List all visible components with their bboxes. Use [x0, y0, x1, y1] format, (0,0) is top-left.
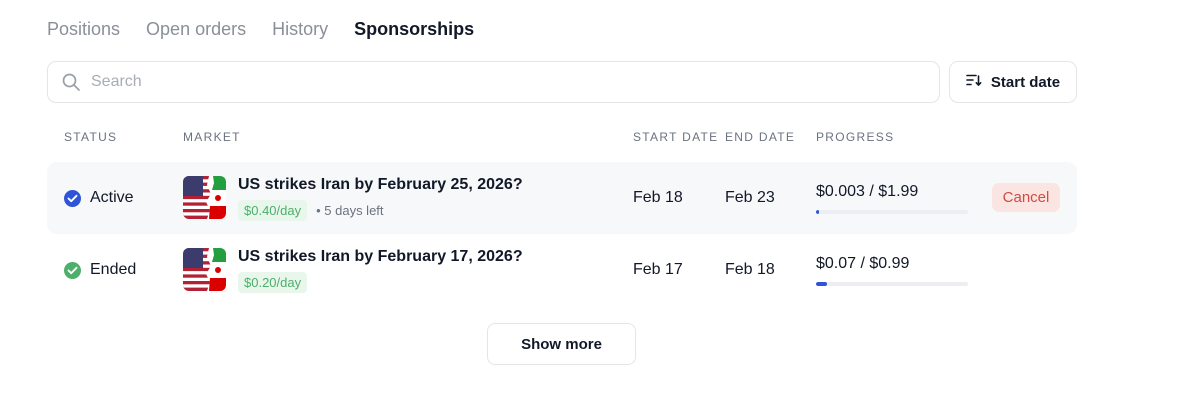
search-input[interactable] — [91, 73, 911, 91]
tab-history[interactable]: History — [272, 19, 328, 40]
table-row[interactable]: Ended US strikes Iran by February 17, 20… — [47, 234, 1077, 306]
sort-label: Start date — [990, 73, 1061, 91]
progress-bar-fill — [816, 210, 820, 214]
progress-bar — [816, 282, 968, 286]
end-date: Feb 18 — [725, 261, 775, 278]
check-circle-icon — [64, 189, 81, 207]
cancel-button[interactable]: Cancel — [992, 183, 1060, 212]
search-bar — [47, 61, 940, 103]
header-status: Status — [64, 130, 118, 144]
progress-text: $0.07 / $0.99 — [816, 255, 910, 272]
tab-sponsorships[interactable]: Sponsorships — [354, 19, 474, 40]
days-left: • 5 days left — [316, 203, 384, 218]
status-label: Ended — [90, 261, 137, 278]
sort-descending-icon — [966, 73, 982, 91]
sort-start-date-button[interactable]: Start date — [949, 61, 1077, 103]
progress-bar-fill — [816, 282, 827, 286]
daily-rate-badge: $0.20/day — [238, 272, 308, 293]
market-title[interactable]: US strikes Iran by February 25, 2026? — [238, 176, 523, 194]
market-thumbnail — [183, 176, 226, 219]
start-date: Feb 18 — [633, 189, 683, 206]
market-title[interactable]: US strikes Iran by February 17, 2026? — [238, 248, 523, 266]
tab-open-orders[interactable]: Open orders — [146, 19, 246, 40]
progress-bar — [816, 210, 968, 214]
table-row[interactable]: Active US strikes Iran by February 25, 2… — [47, 162, 1077, 234]
start-date: Feb 17 — [633, 261, 683, 278]
progress-text: $0.003 / $1.99 — [816, 183, 919, 200]
header-start-date: Start date — [633, 130, 719, 144]
status-cell: Ended — [64, 234, 136, 306]
show-more-button[interactable]: Show more — [487, 323, 636, 365]
status-cell: Active — [64, 162, 134, 234]
check-circle-icon — [64, 261, 81, 279]
market-thumbnail — [183, 248, 226, 291]
header-progress: Progress — [816, 130, 895, 144]
tab-bar: Positions Open orders History Sponsorshi… — [47, 17, 474, 41]
header-market: Market — [183, 130, 241, 144]
end-date: Feb 23 — [725, 189, 775, 206]
daily-rate-badge: $0.40/day — [238, 200, 308, 221]
search-icon — [61, 72, 81, 92]
market-meta: $0.40/day • 5 days left — [238, 200, 384, 221]
status-label: Active — [90, 189, 134, 206]
market-meta: $0.20/day — [238, 272, 308, 293]
header-end-date: End date — [725, 130, 796, 144]
tab-positions[interactable]: Positions — [47, 19, 120, 40]
